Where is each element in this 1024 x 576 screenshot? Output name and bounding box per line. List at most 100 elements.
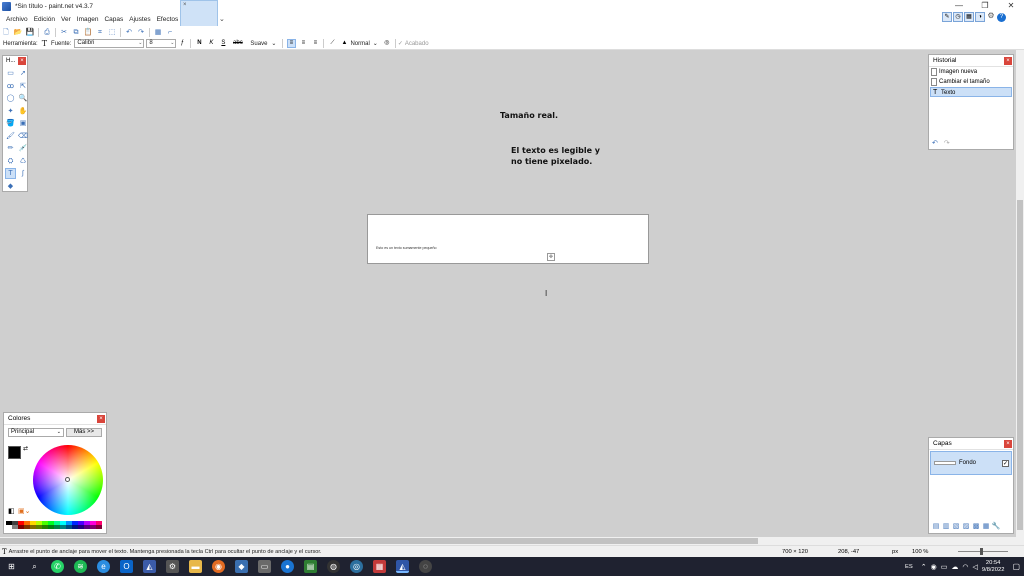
color-wheel-cursor[interactable] <box>65 477 70 482</box>
blend-mode-select[interactable]: Normal <box>350 41 369 47</box>
finish-check-icon[interactable]: ✓ <box>398 40 403 47</box>
pencil-icon[interactable]: ✏ <box>5 143 16 154</box>
wifi-icon[interactable]: ◠ <box>962 563 968 571</box>
crop-icon[interactable]: ⌗ <box>96 28 105 37</box>
cloud-icon[interactable]: ☁ <box>951 563 958 571</box>
vertical-scrollbar[interactable] <box>1016 50 1024 537</box>
layer-properties-icon[interactable]: 🔧 <box>991 522 1001 531</box>
recolor-icon[interactable]: ♺ <box>18 156 29 167</box>
app-tray-icon[interactable]: ◉ <box>931 563 937 571</box>
spotify-icon[interactable]: ≋ <box>74 560 87 573</box>
strikethrough-button[interactable]: abc <box>231 39 245 48</box>
close-icon[interactable]: × <box>1004 440 1012 448</box>
outlook-icon[interactable]: O <box>120 560 133 573</box>
redo-icon[interactable]: ↷ <box>137 28 146 37</box>
whatsapp-icon[interactable]: ✆ <box>51 560 64 573</box>
layer-visibility-checkbox[interactable]: ✓ <box>1002 460 1009 467</box>
bold-button[interactable]: N <box>195 39 204 48</box>
line-curve-icon[interactable]: ∫ <box>18 168 29 179</box>
close-window-button[interactable]: ✕ <box>998 0 1024 12</box>
finish-button[interactable]: Acabado <box>405 41 429 47</box>
zoom-readout[interactable]: 100 % <box>912 549 928 555</box>
volume-icon[interactable]: ◁ <box>972 563 977 571</box>
align-right-icon[interactable]: ≡ <box>311 39 320 48</box>
gradient-icon[interactable]: ▣ <box>18 118 29 129</box>
new-file-icon[interactable]: 🗋 <box>2 28 11 37</box>
primary-color-swatch[interactable] <box>8 446 21 459</box>
paint-bucket-icon[interactable]: 🪣 <box>5 118 16 129</box>
app-icon[interactable]: ▤ <box>304 560 317 573</box>
close-icon[interactable]: × <box>183 2 187 8</box>
scroll-thumb[interactable] <box>1017 200 1023 530</box>
close-icon[interactable]: × <box>1004 57 1012 65</box>
history-toggle-icon[interactable]: ◷ <box>953 12 963 22</box>
history-item[interactable]: T Texto <box>930 87 1012 97</box>
menu-ajustes[interactable]: Ajustes <box>126 16 153 23</box>
selection-clip-icon[interactable]: ◎ <box>382 39 391 48</box>
zoom-icon[interactable]: 🔍 <box>18 93 29 104</box>
color-palette[interactable] <box>6 521 104 529</box>
blend-mode-icon[interactable]: ▲ <box>340 39 349 48</box>
app-icon[interactable]: ▭ <box>258 560 271 573</box>
move-selected-icon[interactable]: ➚ <box>18 68 29 79</box>
antialias-select[interactable]: Suave <box>250 41 267 47</box>
gear-icon[interactable]: ⚙ <box>986 12 996 22</box>
menu-ver[interactable]: Ver <box>58 16 74 23</box>
align-left-icon[interactable]: ≡ <box>286 39 296 48</box>
help-icon[interactable]: ? <box>997 13 1006 22</box>
firefox-icon[interactable]: ◉ <box>212 560 225 573</box>
pan-icon[interactable]: ✋ <box>18 106 29 117</box>
notification-icon[interactable]: ▢ <box>1012 562 1020 571</box>
app-icon[interactable]: ▦ <box>373 560 386 573</box>
deselect-icon[interactable]: ⬚ <box>108 28 117 37</box>
chevron-down-icon[interactable]: ⌄ <box>271 40 276 47</box>
horizontal-scrollbar[interactable] <box>0 537 1016 545</box>
merge-layer-icon[interactable]: ▨ <box>961 522 971 531</box>
history-item[interactable]: Imagen nueva <box>929 67 1013 77</box>
file-explorer-icon[interactable]: ▬ <box>189 560 202 573</box>
save-icon[interactable]: 💾 <box>26 28 35 37</box>
app-icon[interactable]: ● <box>281 560 294 573</box>
antialias-icon[interactable]: ⟋ <box>328 39 337 48</box>
align-center-icon[interactable]: ≡ <box>299 39 308 48</box>
text-icon[interactable]: T <box>5 168 16 179</box>
layers-toggle-icon[interactable]: ▦ <box>964 12 974 22</box>
menu-imagen[interactable]: Imagen <box>74 16 102 23</box>
canvas-workspace[interactable] <box>0 50 1016 537</box>
chevron-down-icon[interactable]: ⌄ <box>219 15 225 23</box>
palette-swatch[interactable] <box>96 525 102 529</box>
paintbrush-icon[interactable]: 🖌 <box>5 131 16 142</box>
undo-icon[interactable]: ↶ <box>932 140 938 147</box>
color-mode-select[interactable]: Principal ⌄ <box>8 428 64 437</box>
swap-colors-icon[interactable]: ⇄ <box>23 445 28 452</box>
font-smoothing-icon[interactable]: ƒ <box>178 39 187 48</box>
app-icon[interactable]: ◎ <box>350 560 363 573</box>
copy-icon[interactable]: ⧉ <box>72 28 81 37</box>
menu-edicion[interactable]: Edición <box>31 16 58 23</box>
duplicate-layer-icon[interactable]: ▧ <box>951 522 961 531</box>
add-layer-icon[interactable]: ▤ <box>931 522 941 531</box>
app-icon[interactable]: ◌ <box>419 560 432 573</box>
ellipse-select-icon[interactable]: ◯ <box>5 93 16 104</box>
minimize-button[interactable]: — <box>946 0 972 12</box>
tools-toggle-icon[interactable]: ✎ <box>942 12 952 22</box>
eraser-icon[interactable]: ⌫ <box>18 131 29 142</box>
chevron-up-icon[interactable]: ⌃ <box>921 563 927 571</box>
language-indicator[interactable]: ES <box>905 564 913 570</box>
paste-icon[interactable]: 📋 <box>84 28 93 37</box>
font-size-select[interactable]: 8 ⌄ <box>146 39 177 48</box>
chevron-down-icon[interactable]: ⌄ <box>373 40 378 47</box>
magic-wand-icon[interactable]: ✦ <box>5 106 16 117</box>
menu-efectos[interactable]: Efectos <box>154 16 182 23</box>
move-anchor-icon[interactable]: ✥ <box>547 253 555 261</box>
edge-icon[interactable]: e <box>97 560 110 573</box>
unit-select[interactable]: px <box>892 549 898 555</box>
image-canvas[interactable]: Esto es un texto sumamente pequeño ✥ <box>367 214 649 264</box>
underline-button[interactable]: S <box>219 39 228 48</box>
app-icon[interactable]: ⚙ <box>166 560 179 573</box>
redo-icon[interactable]: ↷ <box>944 140 950 147</box>
history-item[interactable]: Cambiar el tamaño <box>929 77 1013 87</box>
scroll-thumb[interactable] <box>0 538 758 544</box>
print-icon[interactable]: ⎙ <box>43 28 52 37</box>
reset-colors-icon[interactable]: ◧ <box>8 507 15 515</box>
